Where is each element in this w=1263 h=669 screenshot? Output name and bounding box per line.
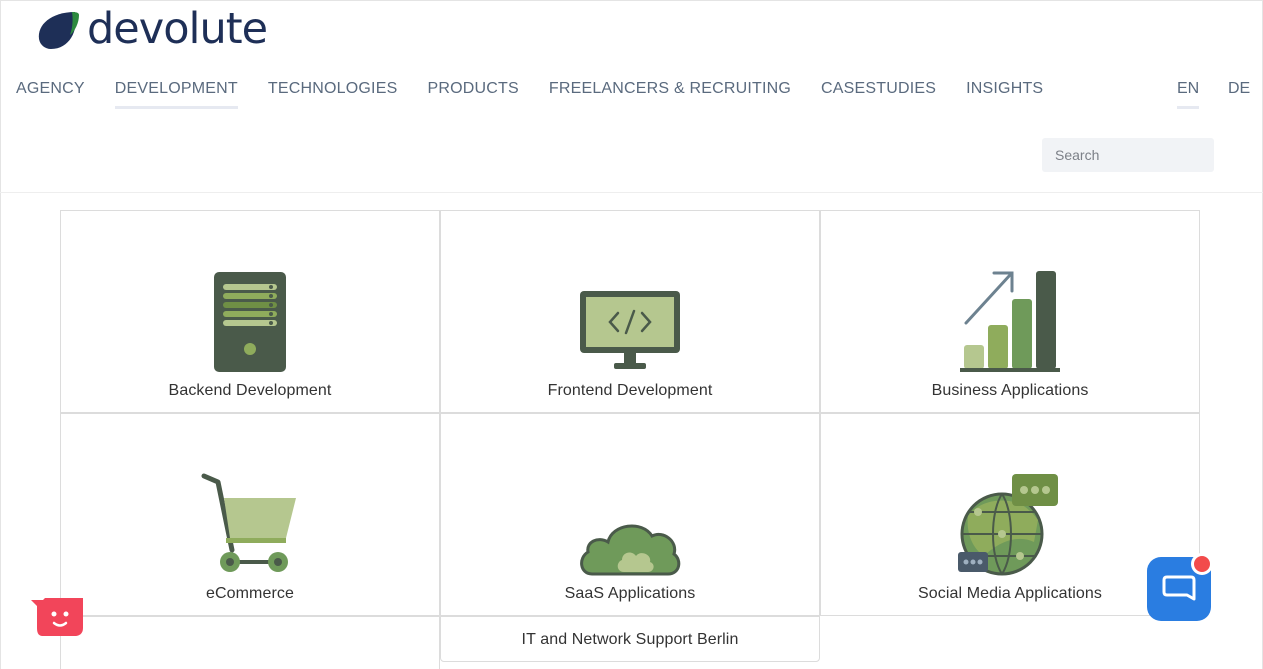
- nav-casestudies[interactable]: CASESTUDIES: [821, 80, 936, 109]
- shopping-cart-icon: [201, 473, 296, 572]
- nav-products[interactable]: PRODUCTS: [427, 80, 518, 109]
- chat-widget-left[interactable]: [31, 598, 83, 643]
- monitor-code-icon: [580, 291, 680, 369]
- cloud-icon: [580, 524, 681, 576]
- globe-chat-icon: [958, 474, 1058, 576]
- service-label: Frontend Development: [547, 382, 713, 399]
- main-nav: AGENCY DEVELOPMENT TECHNOLOGIES PRODUCTS…: [16, 80, 1073, 109]
- header-divider: [0, 192, 1263, 193]
- server-icon: [214, 272, 286, 372]
- nav-technologies[interactable]: TECHNOLOGIES: [268, 80, 398, 109]
- logo[interactable]: devolute: [35, 4, 268, 54]
- logo-text: devolute: [87, 4, 268, 54]
- nav-agency[interactable]: AGENCY: [16, 80, 85, 109]
- service-label: SaaS Applications: [564, 585, 696, 602]
- service-social-media[interactable]: Social Media Applications: [820, 413, 1200, 616]
- service-frontend[interactable]: Frontend Development: [440, 210, 820, 413]
- service-label: Backend Development: [168, 382, 332, 399]
- service-empty: [60, 616, 440, 669]
- nav-insights[interactable]: INSIGHTS: [966, 80, 1043, 109]
- nav-development[interactable]: DEVELOPMENT: [114, 80, 238, 109]
- service-it-support[interactable]: IT and Network Support Berlin: [440, 616, 820, 662]
- service-business[interactable]: Business Applications: [820, 210, 1200, 413]
- robot-chat-icon: [31, 598, 83, 636]
- service-label: eCommerce: [205, 585, 295, 602]
- service-label: IT and Network Support Berlin: [521, 631, 739, 648]
- service-label: Social Media Applications: [918, 585, 1102, 602]
- bar-chart-icon: [960, 271, 1060, 372]
- lang-de[interactable]: DE: [1228, 80, 1250, 106]
- chat-launcher-button[interactable]: [1147, 553, 1213, 621]
- service-saas[interactable]: SaaS Applications: [440, 413, 820, 616]
- lang-en[interactable]: EN: [1177, 80, 1200, 109]
- search-input[interactable]: [1042, 138, 1214, 172]
- notification-dot: [1191, 553, 1213, 575]
- service-backend[interactable]: Backend Development: [60, 210, 440, 413]
- leaf-logo-icon: [38, 11, 79, 49]
- service-label: Business Applications: [931, 382, 1089, 399]
- nav-freelancers-recruiting[interactable]: FREELANCERS & RECRUITING: [549, 80, 791, 109]
- service-ecommerce[interactable]: eCommerce: [60, 413, 440, 616]
